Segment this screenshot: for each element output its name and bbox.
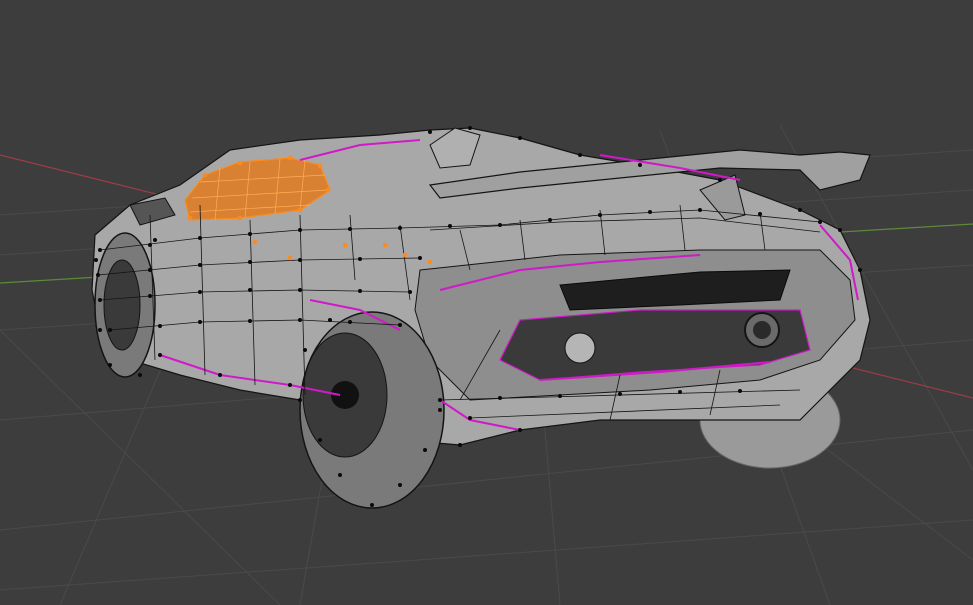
exhaust-left <box>564 332 596 364</box>
3d-viewport[interactable] <box>0 0 973 605</box>
viewport-canvas[interactable] <box>0 0 973 605</box>
car-mesh[interactable] <box>91 126 871 509</box>
exhaust-hole <box>753 321 771 339</box>
